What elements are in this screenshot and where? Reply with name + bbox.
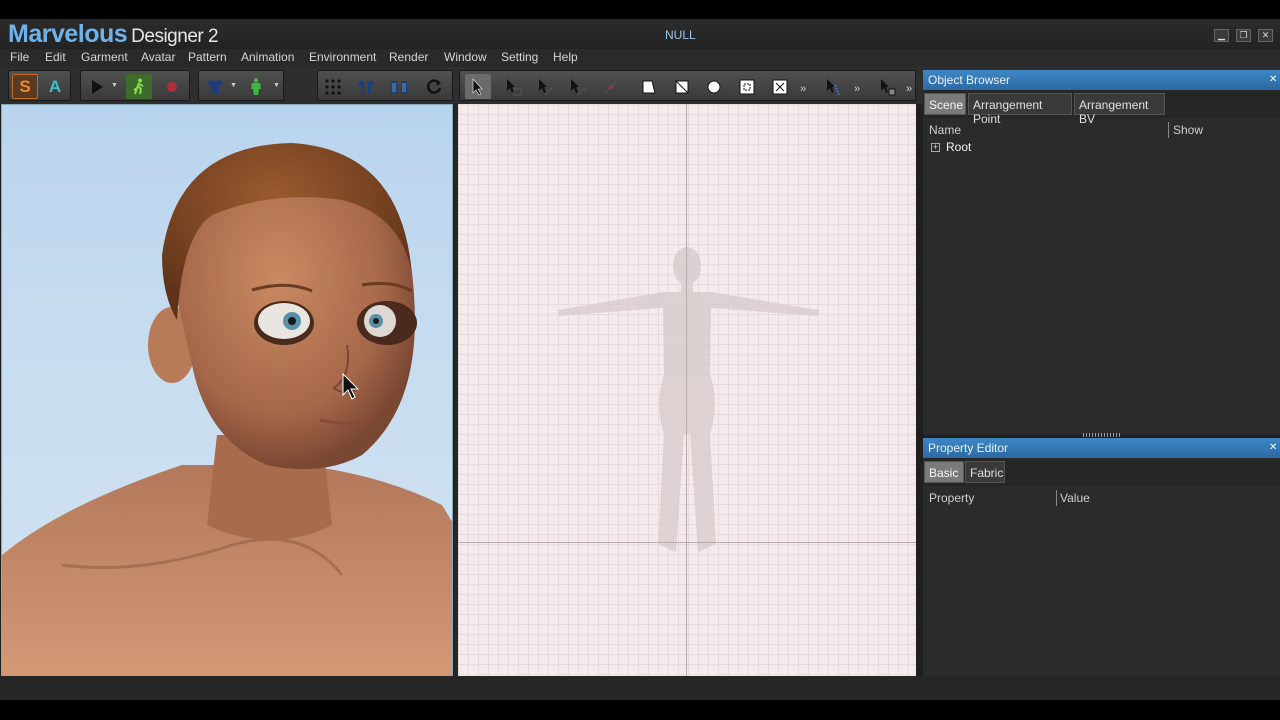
- property-editor-close-icon[interactable]: ✕: [1269, 442, 1279, 454]
- avatar-silhouette: [558, 247, 818, 552]
- tab-basic[interactable]: Basic: [924, 461, 964, 483]
- reset-rotate-icon[interactable]: [421, 74, 447, 99]
- internal-rectangle-icon[interactable]: [767, 74, 793, 99]
- play-dropdown-icon[interactable]: ▼: [111, 79, 118, 93]
- rectangle-tool-icon[interactable]: [669, 74, 695, 99]
- letterbox-top: [0, 0, 1280, 19]
- property-editor-panel: Basic Fabric Property Value: [923, 458, 1280, 676]
- app-logo: Marvelous Designer 2: [8, 20, 219, 49]
- column-show[interactable]: Show: [1173, 123, 1203, 137]
- avatar-3d-render: [2, 143, 452, 675]
- menu-edit[interactable]: Edit: [45, 50, 66, 64]
- edit-point-icon[interactable]: [532, 74, 558, 99]
- property-editor-header: Property Editor ✕: [923, 438, 1280, 458]
- toolbar-overflow-1[interactable]: »: [800, 83, 806, 95]
- menu-render[interactable]: Render: [389, 50, 428, 64]
- menu-help[interactable]: Help: [553, 50, 578, 64]
- menu-file[interactable]: File: [10, 50, 29, 64]
- record-icon[interactable]: [159, 74, 185, 99]
- tree-item-label: Root: [946, 140, 972, 154]
- menu-window[interactable]: Window: [444, 50, 487, 64]
- close-button[interactable]: ✕: [1258, 29, 1273, 42]
- column-property[interactable]: Property: [929, 491, 974, 505]
- avatar-dropdown-icon[interactable]: ▼: [273, 79, 280, 93]
- minimize-button[interactable]: ▁: [1214, 29, 1229, 42]
- menu-animation[interactable]: Animation: [241, 50, 294, 64]
- menu-pattern[interactable]: Pattern: [188, 50, 227, 64]
- letterbox-bottom: [0, 700, 1280, 720]
- garment-avatar-toolbar-group: ▼ ▼: [198, 70, 284, 101]
- avatar-figure-icon[interactable]: [243, 74, 269, 99]
- tab-scene[interactable]: Scene: [924, 93, 966, 115]
- vertical-axis: [686, 104, 687, 676]
- tuck-garment-icon[interactable]: [386, 74, 412, 99]
- garment-dropdown-icon[interactable]: ▼: [230, 79, 237, 93]
- panel-resize-grip[interactable]: [1083, 433, 1121, 437]
- 2d-pattern-window[interactable]: [458, 104, 916, 676]
- garment-shirt-icon[interactable]: [202, 74, 228, 99]
- play-icon[interactable]: [84, 74, 110, 99]
- internal-polygon-icon[interactable]: [734, 74, 760, 99]
- column-separator[interactable]: [1168, 122, 1169, 138]
- arrangement-toolbar-group: [317, 70, 453, 101]
- object-browser-header: Object Browser ✕: [923, 70, 1280, 90]
- column-value[interactable]: Value: [1060, 491, 1090, 505]
- simulation-mode-button[interactable]: S: [12, 74, 38, 99]
- tab-arrangement-bv[interactable]: Arrangement BV: [1074, 93, 1165, 126]
- edit-curvature-icon[interactable]: [564, 74, 590, 99]
- mode-toolbar-group: S A: [8, 70, 71, 101]
- tab-fabric[interactable]: Fabric: [965, 461, 1005, 483]
- toolbar-overflow-2[interactable]: »: [854, 83, 860, 95]
- marvelous-designer-window: Marvelous Designer 2 NULL ▁ ❐ ✕ File Edit…: [0, 0, 1280, 720]
- arrangement-points-icon[interactable]: [320, 74, 346, 99]
- column-name[interactable]: Name: [929, 123, 961, 137]
- animation-mode-button[interactable]: A: [42, 74, 68, 99]
- logo-main: Marvelous: [8, 20, 128, 48]
- tab-arrangement-point[interactable]: Arrangement Point: [968, 93, 1072, 126]
- texture-edit-icon[interactable]: [874, 74, 900, 99]
- add-point-icon[interactable]: [598, 74, 624, 99]
- object-browser-close-icon[interactable]: ✕: [1269, 74, 1279, 86]
- logo-sub: Designer 2: [131, 26, 219, 47]
- polygon-tool-icon[interactable]: [636, 74, 662, 99]
- 3d-garment-window[interactable]: [1, 104, 453, 676]
- property-editor-title: Property Editor: [928, 441, 1009, 455]
- pattern-toolbar-group: » » »: [459, 70, 916, 101]
- walking-avatar-icon[interactable]: [126, 74, 152, 99]
- menu-garment[interactable]: Garment: [81, 50, 128, 64]
- object-browser-title: Object Browser: [928, 73, 1011, 87]
- title-bar: Marvelous Designer 2 NULL ▁ ❐ ✕: [0, 19, 1280, 49]
- circle-tool-icon[interactable]: [701, 74, 727, 99]
- column-separator[interactable]: [1056, 490, 1057, 506]
- fold-garment-icon[interactable]: [353, 74, 379, 99]
- object-browser-panel: Scene Arrangement Point Arrangement BV N…: [923, 90, 1280, 435]
- document-title: NULL: [665, 28, 696, 42]
- menu-setting[interactable]: Setting: [501, 50, 538, 64]
- simulation-toolbar-group: ▼: [80, 70, 190, 101]
- segment-sewing-icon[interactable]: [820, 74, 846, 99]
- menu-bar: File Edit Garment Avatar Pattern Animati…: [0, 49, 1280, 67]
- tree-item-root[interactable]: + Root: [931, 140, 971, 154]
- menu-avatar[interactable]: Avatar: [141, 50, 175, 64]
- restore-button[interactable]: ❐: [1236, 29, 1251, 42]
- horizontal-axis: [458, 542, 916, 543]
- expand-icon[interactable]: +: [931, 143, 940, 152]
- status-bar: [0, 676, 1280, 700]
- transform-pattern-icon[interactable]: [500, 74, 526, 99]
- select-arrow-icon[interactable]: [465, 74, 491, 99]
- toolbar-overflow-3[interactable]: »: [906, 83, 912, 95]
- menu-environment[interactable]: Environment: [309, 50, 376, 64]
